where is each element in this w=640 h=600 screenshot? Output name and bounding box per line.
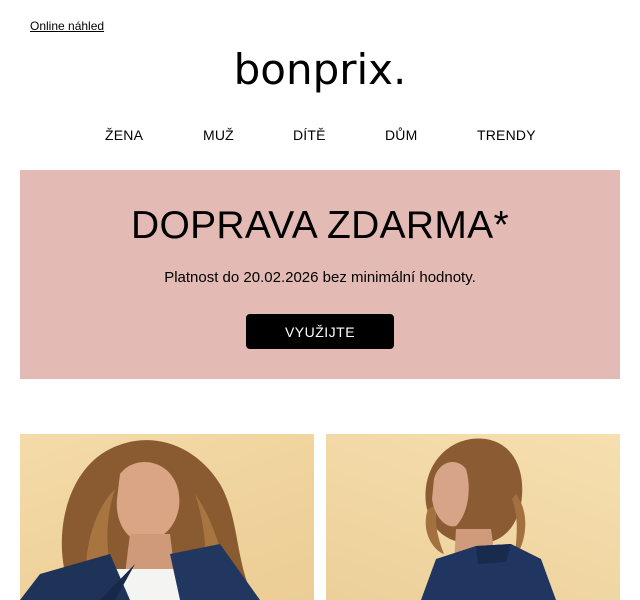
nav-item-dite[interactable]: DÍTĚ	[293, 127, 326, 143]
product-photo-back[interactable]	[326, 434, 620, 600]
woman-front-illustration	[20, 440, 260, 600]
promo-title: DOPRAVA ZDARMA*	[131, 204, 509, 247]
woman-back-illustration	[421, 438, 556, 600]
nav-item-muz[interactable]: MUŽ	[203, 127, 234, 143]
promo-subtitle: Platnost do 20.02.2026 bez minimální hod…	[164, 269, 476, 286]
nav-item-dum[interactable]: DŮM	[385, 127, 417, 143]
bonprix-logo[interactable]: bonprix.	[0, 48, 640, 109]
main-navigation: ŽENA MUŽ DÍTĚ DŮM TRENDY	[0, 127, 640, 147]
logo-wordmark: bonprix.	[235, 48, 405, 94]
online-view-link[interactable]: Online náhled	[30, 19, 104, 33]
logo-text: bonprix.	[235, 48, 405, 94]
nav-item-zena[interactable]: ŽENA	[105, 127, 143, 143]
free-shipping-banner: DOPRAVA ZDARMA* Platnost do 20.02.2026 b…	[20, 170, 620, 379]
product-photo-front[interactable]	[20, 434, 314, 600]
promo-cta-button[interactable]: VYUŽIJTE	[246, 314, 394, 349]
nav-item-trendy[interactable]: TRENDY	[477, 127, 536, 143]
